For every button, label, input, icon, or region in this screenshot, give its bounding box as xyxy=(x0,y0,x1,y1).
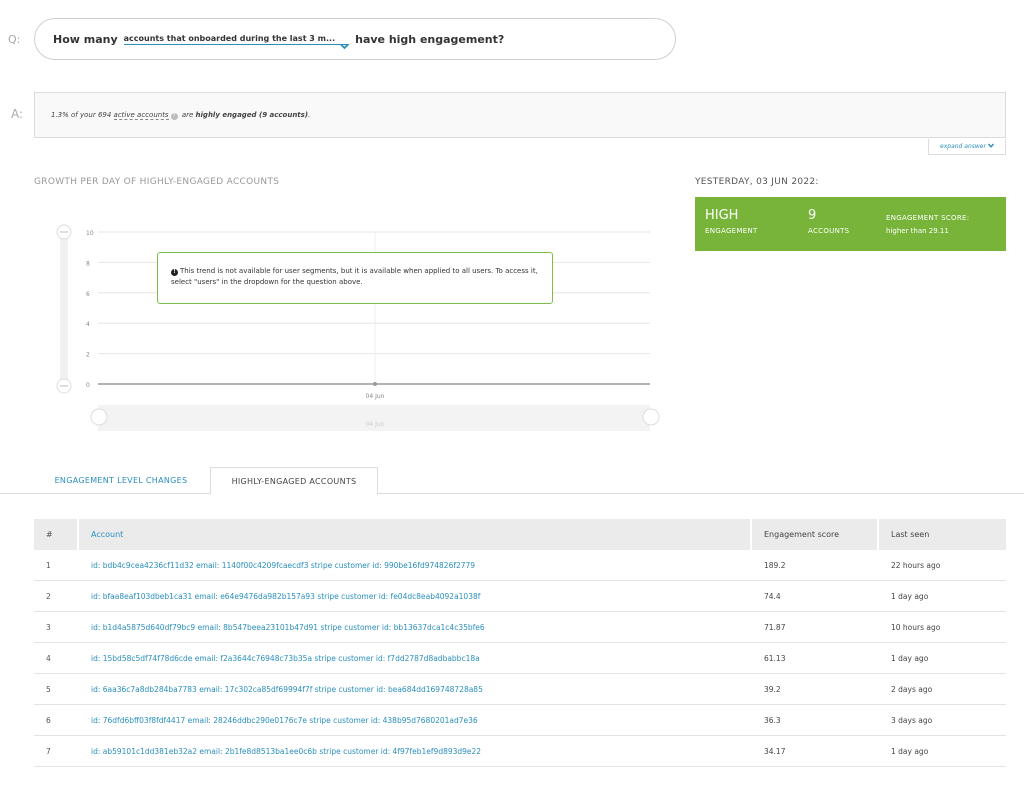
table-row: 6 id: 76dfd6bff03f8fdf4417 email: 28246dd… xyxy=(34,705,1006,736)
row-number: 5 xyxy=(46,684,51,694)
answer-box: 1.3% of your 694 active accounts? are hi… xyxy=(34,92,1006,138)
last-seen: 3 days ago xyxy=(891,715,933,725)
count-value: 9 xyxy=(808,208,817,223)
last-seen: 22 hours ago xyxy=(891,560,941,570)
last-seen: 2 days ago xyxy=(891,684,933,694)
row-number: 7 xyxy=(46,746,51,756)
table-body: 1 id: bdb4c9cea4236cf11d32 email: 1140f00… xyxy=(34,550,1006,767)
x-tick-label: 04 Jun xyxy=(366,393,385,400)
row-number: 1 xyxy=(46,560,51,570)
engagement-score: 39.2 xyxy=(764,684,781,694)
engagement-score: 71.87 xyxy=(764,622,786,632)
last-seen: 1 day ago xyxy=(891,591,929,601)
active-accounts-link[interactable]: active accounts xyxy=(113,110,169,120)
chevron-down-icon xyxy=(340,35,349,49)
chevron-down-icon xyxy=(987,143,994,150)
table-row: 2 id: bfaa8eaf103dbeb1ca31 email: e64e947… xyxy=(34,581,1006,612)
score-column: ENGAGEMENT SCORE: higher than 29.11 xyxy=(886,209,969,235)
table-row: 5 id: 6aa36c7a8db284ba7783 email: 17c302c… xyxy=(34,674,1006,705)
header-last-seen[interactable]: Last seen xyxy=(879,519,1006,550)
yesterday-title: YESTERDAY, 03 JUN 2022: xyxy=(695,177,819,187)
question-prefix: How many xyxy=(53,32,118,46)
row-number: 6 xyxy=(46,715,51,725)
y-range-track xyxy=(60,230,68,385)
header-engagement-score[interactable]: Engagement score xyxy=(752,519,879,550)
account-link[interactable]: id: bdb4c9cea4236cf11d32 email: 1140f00c… xyxy=(79,550,752,580)
header-number[interactable]: # xyxy=(34,519,79,550)
level-column: HIGH ENGAGEMENT xyxy=(705,208,758,235)
trend-unavailable-notice: ! This trend is not available for user se… xyxy=(157,252,553,304)
tab-highly-engaged-accounts[interactable]: HIGHLY-ENGAGED ACCOUNTS xyxy=(210,467,378,495)
engagement-score: 189.2 xyxy=(764,560,786,570)
y-tick-label: 8 xyxy=(86,260,90,267)
answer-marker: A: xyxy=(11,107,24,121)
navigator-label: 04 Jun xyxy=(366,421,385,428)
table-header: # Account Engagement score Last seen xyxy=(34,519,1006,550)
engagement-score: 74.4 xyxy=(764,591,781,601)
row-number: 3 xyxy=(46,622,51,632)
y-tick-label: 0 xyxy=(86,382,90,389)
expand-answer-button[interactable]: expand answer xyxy=(928,139,1006,155)
navigator-handle-right[interactable] xyxy=(642,408,660,426)
help-icon[interactable]: ? xyxy=(170,112,178,120)
header-account[interactable]: Account xyxy=(79,519,752,550)
last-seen: 10 hours ago xyxy=(891,622,941,632)
question-bar: How many accounts that onboarded during … xyxy=(34,18,676,60)
y-tick-label: 10 xyxy=(86,230,94,237)
account-link[interactable]: id: 15bd58c5df74f78d6cde email: f2a3644c… xyxy=(79,643,752,673)
segment-dropdown[interactable]: accounts that onboarded during the last … xyxy=(123,33,350,49)
engagement-score: 36.3 xyxy=(764,715,781,725)
y-tick-label: 2 xyxy=(86,352,90,359)
engagement-score: 34.17 xyxy=(764,746,786,756)
last-seen: 1 day ago xyxy=(891,653,929,663)
table-row: 7 id: ab59101c1dd381eb32a2 email: 2b1fe8d… xyxy=(34,736,1006,767)
expand-answer-label: expand answer xyxy=(940,143,986,150)
count-column: 9 ACCOUNTS xyxy=(808,208,849,235)
account-link[interactable]: id: b1d4a5875d640df79bc9 email: 8b547bee… xyxy=(79,612,752,642)
navigator-handle-left[interactable] xyxy=(90,408,108,426)
table-row: 1 id: bdb4c9cea4236cf11d32 email: 1140f00… xyxy=(34,550,1006,581)
last-seen: 1 day ago xyxy=(891,746,929,756)
engagement-summary-card: HIGH ENGAGEMENT 9 ACCOUNTS ENGAGEMENT SC… xyxy=(695,197,1006,251)
answer-text: 1.3% of your 694 active accounts? are hi… xyxy=(51,110,311,120)
answer-bold-text: highly engaged (9 accounts) xyxy=(195,110,309,119)
segment-dropdown-value: accounts that onboarded during the last … xyxy=(123,33,336,43)
y-tick-label: 6 xyxy=(86,291,90,298)
score-value: higher than 29.11 xyxy=(886,227,949,235)
account-link[interactable]: id: ab59101c1dd381eb32a2 email: 2b1fe8d8… xyxy=(79,736,752,766)
question-suffix: have high engagement? xyxy=(355,32,505,46)
table-row: 4 id: 15bd58c5df74f78d6cde email: f2a3644… xyxy=(34,643,1006,674)
row-number: 4 xyxy=(46,653,51,663)
chart-title: GROWTH PER DAY OF HIGHLY-ENGAGED ACCOUNT… xyxy=(34,177,280,187)
tab-bar: ENGAGEMENT LEVEL CHANGES HIGHLY-ENGAGED … xyxy=(0,467,1024,495)
account-link[interactable]: id: 76dfd6bff03f8fdf4417 email: 28246ddb… xyxy=(79,705,752,735)
count-label: ACCOUNTS xyxy=(808,227,850,235)
engagement-score: 61.13 xyxy=(764,653,786,663)
tab-engagement-level-changes[interactable]: ENGAGEMENT LEVEL CHANGES xyxy=(34,467,208,494)
trend-unavailable-text: This trend is not available for user seg… xyxy=(171,267,538,286)
table-row: 3 id: b1d4a5875d640df79bc9 email: 8b547be… xyxy=(34,612,1006,643)
account-link[interactable]: id: bfaa8eaf103dbeb1ca31 email: e64e9476… xyxy=(79,581,752,611)
answer-text-middle: are xyxy=(181,110,194,119)
answer-text-end: . xyxy=(308,110,311,119)
level-label: ENGAGEMENT xyxy=(705,227,758,235)
level-value: HIGH xyxy=(705,208,739,223)
answer-text-before: 1.3% of your 694 xyxy=(51,110,112,119)
data-point xyxy=(373,382,377,386)
accounts-table: # Account Engagement score Last seen 1 id… xyxy=(34,519,1006,767)
info-icon: ! xyxy=(171,269,178,276)
score-label: ENGAGEMENT SCORE: xyxy=(886,214,970,222)
question-marker: Q: xyxy=(8,33,21,46)
account-link[interactable]: id: 6aa36c7a8db284ba7783 email: 17c302ca… xyxy=(79,674,752,704)
y-tick-label: 4 xyxy=(86,321,90,328)
row-number: 2 xyxy=(46,591,51,601)
